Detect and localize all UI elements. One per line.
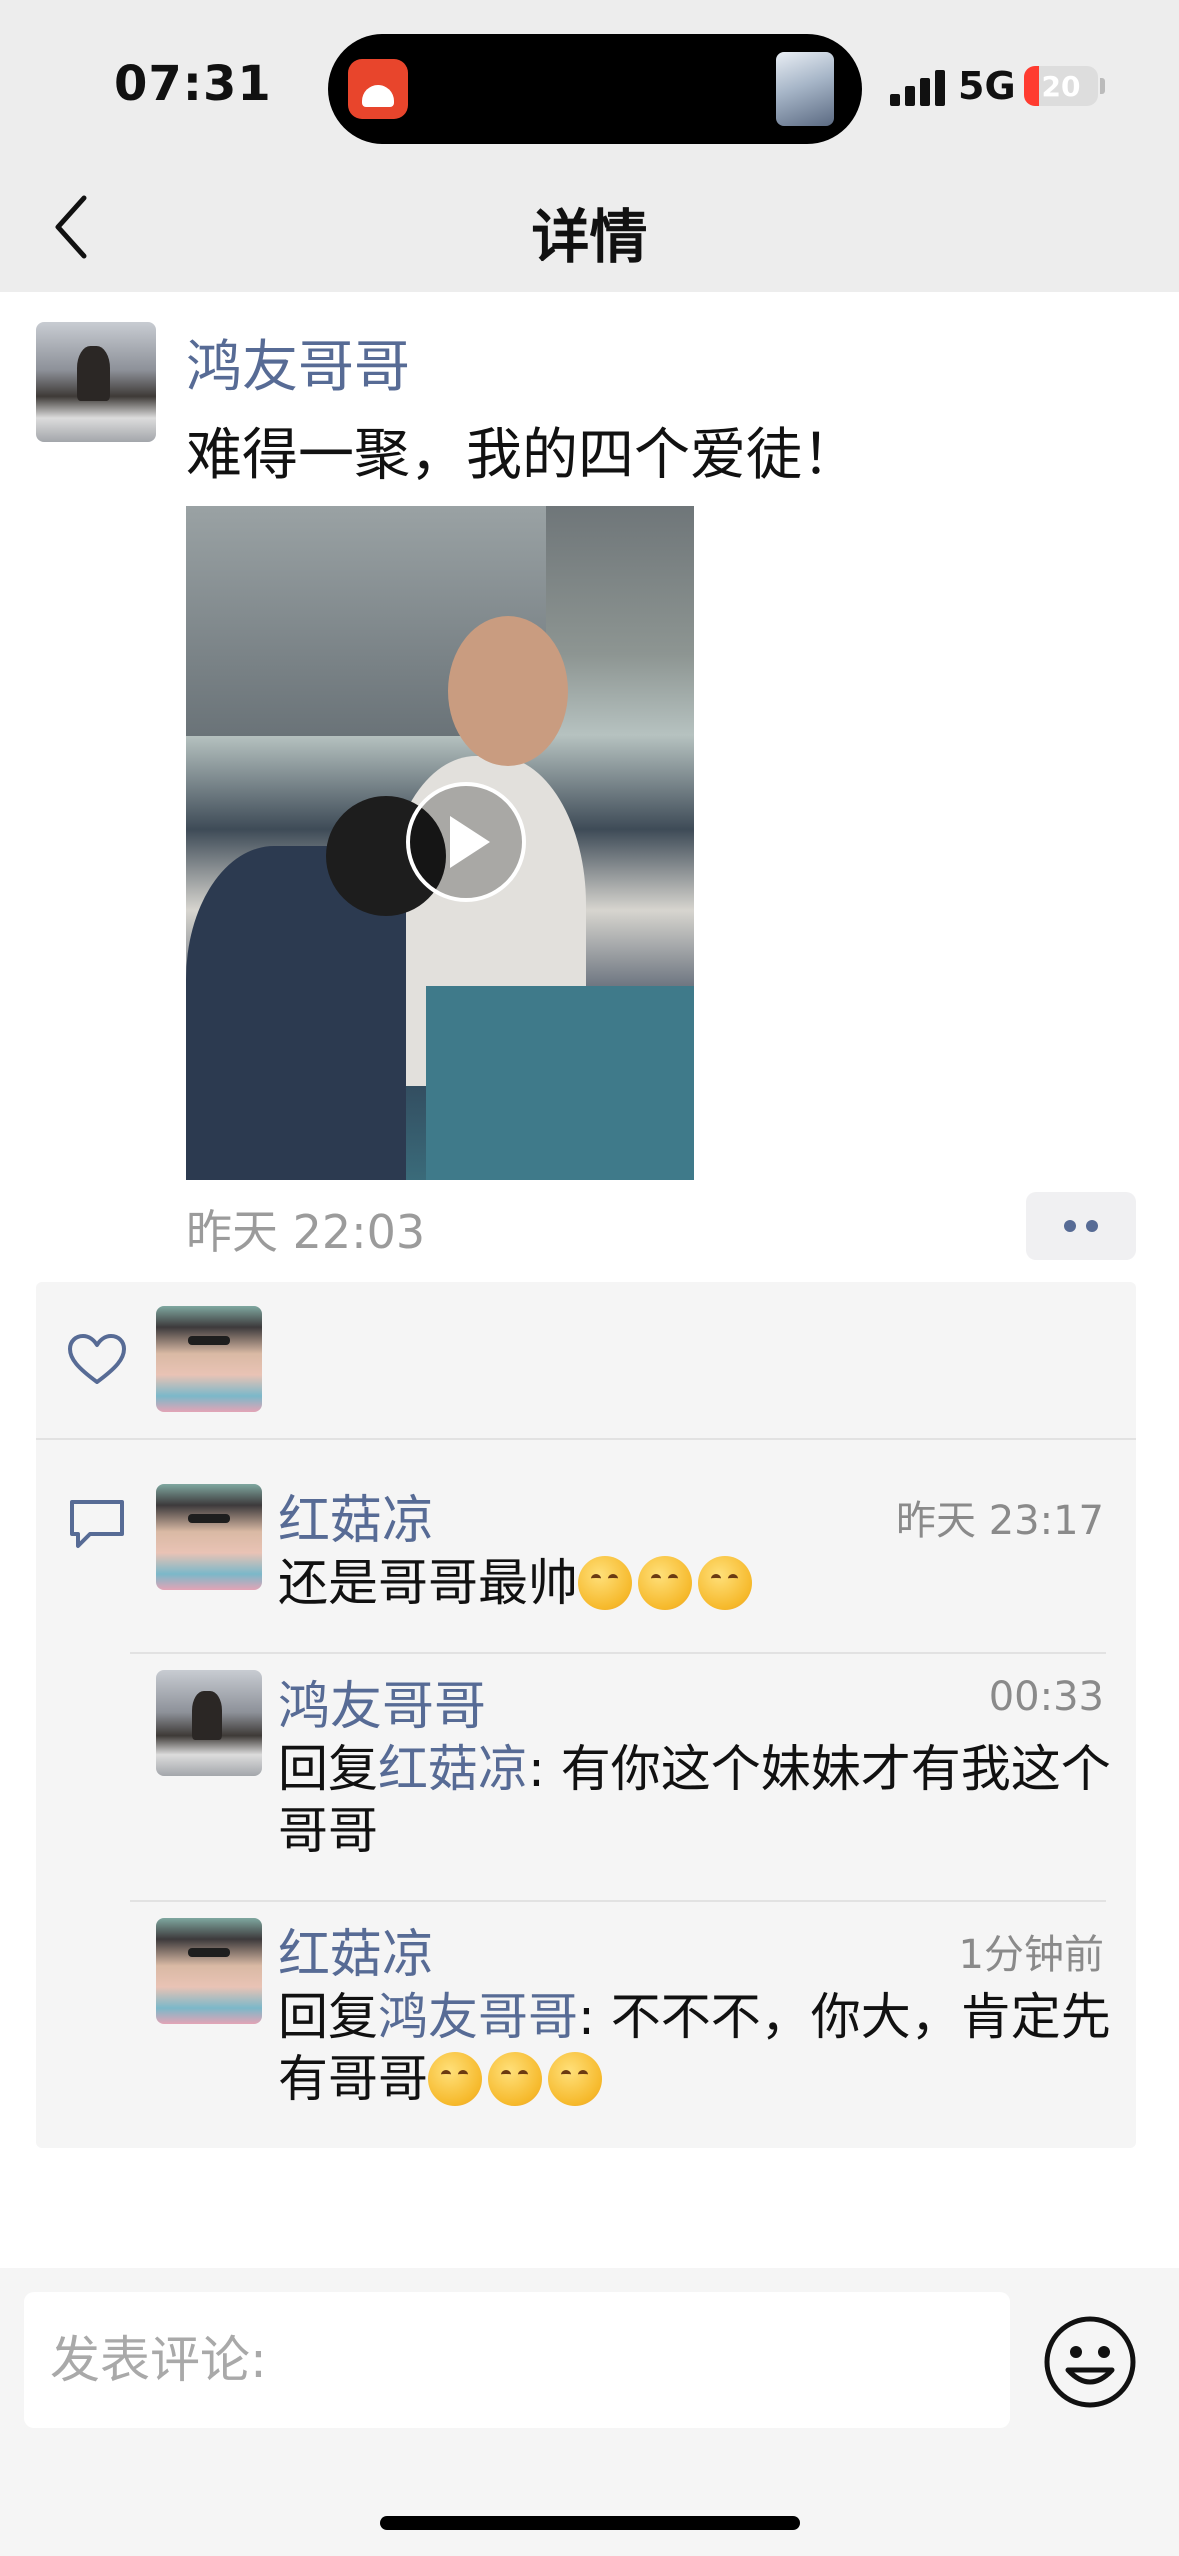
home-indicator[interactable] bbox=[380, 2516, 800, 2530]
comment-text[interactable]: 回复红菇凉: 有你这个妹妹才有我这个哥哥 bbox=[278, 1738, 1118, 1862]
network-type: 5G bbox=[958, 64, 1016, 108]
post-timestamp: 昨天 22:03 bbox=[186, 1205, 426, 1259]
status-time: 07:31 bbox=[114, 56, 272, 112]
divider bbox=[36, 1438, 1136, 1440]
eye-cover-emoji bbox=[698, 1556, 752, 1610]
author-avatar[interactable] bbox=[36, 322, 156, 442]
flushed-face-emoji bbox=[428, 2052, 482, 2106]
comment-author[interactable]: 鸿友哥哥 bbox=[278, 1664, 486, 1739]
dynamic-island[interactable] bbox=[328, 34, 862, 144]
post-text: 难得一聚，我的四个爱徒！ bbox=[186, 423, 858, 488]
more-dots-icon bbox=[1086, 1220, 1098, 1232]
page-title: 详情 bbox=[531, 203, 648, 271]
comment-time: 昨天 23:17 bbox=[896, 1498, 1104, 1544]
post-author-name[interactable]: 鸿友哥哥 bbox=[186, 322, 410, 403]
reply-prefix: 回复 bbox=[278, 1988, 378, 2046]
comment-time: 1分钟前 bbox=[958, 1932, 1104, 1978]
heart-outline-icon bbox=[68, 1334, 126, 1384]
comment-avatar[interactable] bbox=[156, 1918, 262, 2024]
liker-avatar[interactable] bbox=[156, 1306, 262, 1412]
more-options-button[interactable] bbox=[1026, 1192, 1136, 1260]
comment-input[interactable] bbox=[24, 2292, 1010, 2428]
battery-icon: 20 bbox=[1024, 66, 1098, 106]
more-dots-icon bbox=[1064, 1220, 1076, 1232]
comment-bubble-icon bbox=[70, 1500, 124, 1548]
comment-author[interactable]: 红菇凉 bbox=[278, 1912, 434, 1987]
eye-cover-emoji bbox=[578, 1556, 632, 1610]
flushed-face-emoji bbox=[548, 2052, 602, 2106]
top-bar: 07:31 5G 20 详情 bbox=[0, 0, 1179, 292]
comment-divider bbox=[130, 1652, 1106, 1654]
battery-percent: 20 bbox=[1041, 70, 1081, 103]
signal-icon bbox=[890, 68, 946, 106]
live-activity-app-icon bbox=[348, 59, 408, 119]
play-icon bbox=[450, 816, 490, 868]
comment-avatar[interactable] bbox=[156, 1670, 262, 1776]
battery-cap bbox=[1100, 78, 1105, 94]
reply-prefix: 回复 bbox=[278, 1740, 378, 1798]
video-scene-table bbox=[426, 986, 694, 1180]
comment-text[interactable]: 回复鸿友哥哥: 不不不，你大，肯定先有哥哥 bbox=[278, 1986, 1118, 2110]
comment-text[interactable]: 还是哥哥最帅 bbox=[278, 1552, 1118, 1614]
now-playing-thumbnail bbox=[776, 52, 834, 126]
comment-avatar[interactable] bbox=[156, 1484, 262, 1590]
smiley-icon[interactable] bbox=[1042, 2314, 1138, 2410]
comment-divider bbox=[130, 1900, 1106, 1902]
interaction-panel: 红菇凉 昨天 23:17 还是哥哥最帅 鸿友哥哥 00:33 回复红菇凉: 有你… bbox=[36, 1282, 1136, 2148]
eye-cover-emoji bbox=[638, 1556, 692, 1610]
comment-time: 00:33 bbox=[988, 1674, 1104, 1720]
comment-author[interactable]: 红菇凉 bbox=[278, 1478, 434, 1553]
play-button[interactable] bbox=[406, 782, 526, 902]
post-video-thumbnail[interactable] bbox=[186, 506, 694, 1180]
reply-to-name[interactable]: 鸿友哥哥 bbox=[378, 1988, 578, 2046]
video-scene-face bbox=[448, 616, 568, 766]
comment-input-bar bbox=[0, 2268, 1179, 2556]
flushed-face-emoji bbox=[488, 2052, 542, 2106]
reply-to-name[interactable]: 红菇凉 bbox=[378, 1740, 528, 1798]
comment-body: 还是哥哥最帅 bbox=[278, 1554, 578, 1612]
